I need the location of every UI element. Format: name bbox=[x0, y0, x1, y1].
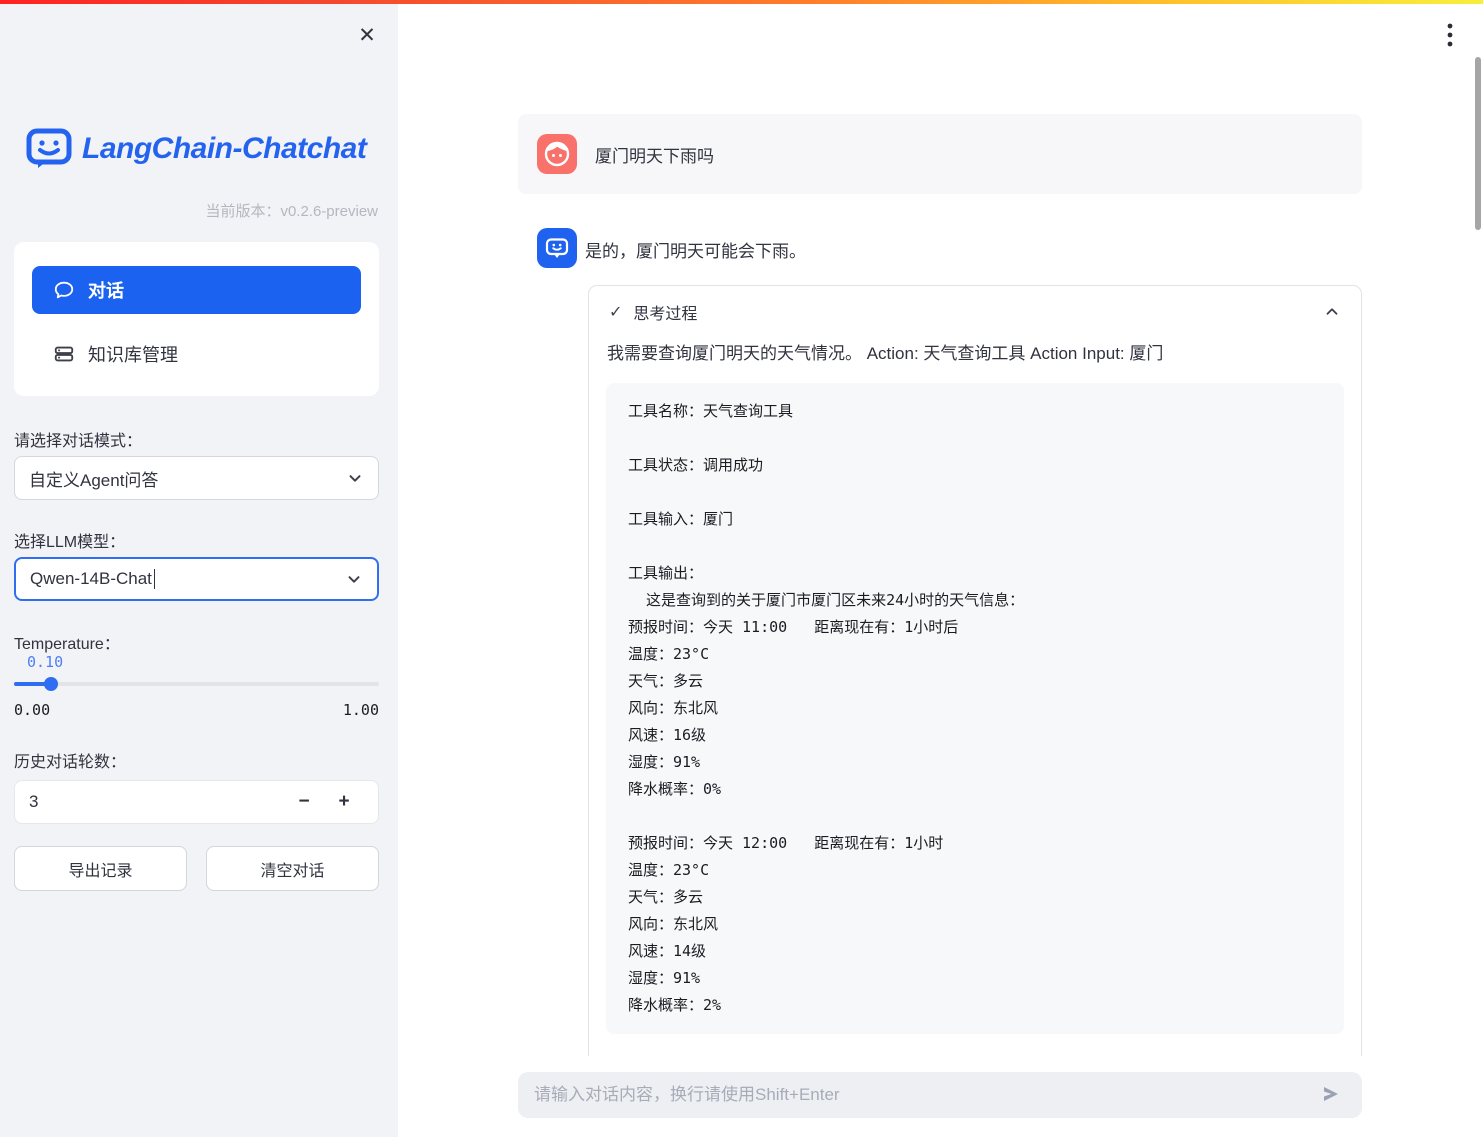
dialog-mode-value: 自定义Agent问答 bbox=[29, 466, 158, 491]
chevron-down-icon bbox=[346, 469, 364, 487]
send-icon[interactable] bbox=[1316, 1080, 1346, 1110]
sidebar-item-dialogue[interactable]: 对话 bbox=[32, 266, 361, 314]
app-title: LangChain-Chatchat bbox=[82, 132, 366, 166]
export-history-button[interactable]: 导出记录 bbox=[14, 846, 187, 891]
history-rounds-label: 历史对话轮数： bbox=[14, 748, 126, 772]
expander-title: 思考过程 bbox=[633, 300, 1312, 324]
slider-range: 0.00 1.00 bbox=[14, 701, 379, 719]
app-logo: LangChain-Chatchat bbox=[26, 128, 366, 170]
text-cursor bbox=[154, 569, 155, 589]
user-avatar bbox=[537, 134, 577, 174]
knowledge-base-icon bbox=[53, 343, 75, 365]
user-message-text: 厦门明天下雨吗 bbox=[595, 142, 714, 167]
sidebar-actions: 导出记录 清空对话 bbox=[14, 846, 379, 891]
slider-min: 0.00 bbox=[14, 701, 50, 719]
tool-output-block: 工具名称：天气查询工具 工具状态：调用成功 工具输入：厦门 工具输出： 这是查询… bbox=[606, 383, 1344, 1034]
nav-menu-card: 对话 知识库管理 bbox=[14, 242, 379, 396]
assistant-bot-icon bbox=[543, 234, 571, 262]
assistant-message-text: 是的，厦门明天可能会下雨。 bbox=[585, 228, 806, 262]
top-decoration-bar bbox=[0, 0, 1483, 4]
scrollbar-thumb[interactable] bbox=[1475, 57, 1481, 230]
slider-max: 1.00 bbox=[343, 701, 379, 719]
chevron-up-icon[interactable] bbox=[1323, 303, 1341, 321]
clear-dialogue-button[interactable]: 清空对话 bbox=[206, 846, 379, 891]
thought-expander: ✓ 思考过程 我需要查询厦门明天的天气情况。 Action: 天气查询工具 Ac… bbox=[588, 285, 1362, 1075]
dialog-mode-select[interactable]: 自定义Agent问答 bbox=[14, 456, 379, 500]
main-area: 厦门明天下雨吗 是的，厦门明天可能会下雨。 ✓ 思考过程 bbox=[398, 4, 1483, 1137]
assistant-message: 是的，厦门明天可能会下雨。 bbox=[518, 228, 1362, 268]
temperature-label: Temperature： bbox=[14, 630, 120, 654]
chat-input[interactable] bbox=[534, 1085, 1316, 1105]
version-text: 当前版本：v0.2.6-preview bbox=[205, 200, 378, 221]
chevron-down-icon bbox=[345, 570, 363, 588]
expander-header[interactable]: ✓ 思考过程 bbox=[589, 286, 1361, 338]
increment-button[interactable]: + bbox=[324, 781, 364, 823]
llm-model-value: Qwen-14B-Chat bbox=[30, 569, 155, 590]
overflow-menu-icon[interactable] bbox=[1435, 18, 1465, 52]
user-face-icon bbox=[543, 140, 571, 168]
chat-icon bbox=[53, 279, 75, 301]
sidebar-item-label: 对话 bbox=[88, 277, 124, 303]
sidebar-item-label: 知识库管理 bbox=[88, 341, 178, 367]
dialog-mode-label: 请选择对话模式： bbox=[14, 427, 142, 451]
temperature-value: 0.10 bbox=[27, 653, 63, 671]
history-rounds-value: 3 bbox=[29, 792, 284, 812]
llm-model-label: 选择LLM模型： bbox=[14, 528, 125, 552]
assistant-avatar bbox=[537, 228, 577, 268]
sidebar-close-icon[interactable]: ✕ bbox=[352, 20, 382, 50]
sidebar-item-knowledge-base[interactable]: 知识库管理 bbox=[32, 334, 361, 374]
decrement-button[interactable]: − bbox=[284, 781, 324, 823]
temperature-slider[interactable] bbox=[14, 682, 379, 686]
chat-input-bar bbox=[518, 1072, 1362, 1118]
user-message: 厦门明天下雨吗 bbox=[518, 114, 1362, 194]
version-value: v0.2.6-preview bbox=[280, 203, 378, 220]
slider-thumb[interactable] bbox=[44, 677, 58, 691]
sidebar: ✕ LangChain-Chatchat 当前版本：v0.2.6-preview… bbox=[0, 4, 398, 1137]
chat-bubble-logo-icon bbox=[26, 128, 72, 170]
history-rounds-input[interactable]: 3 − + bbox=[14, 780, 379, 824]
version-label: 当前版本： bbox=[205, 203, 280, 220]
agent-thought-text: 我需要查询厦门明天的天气情况。 Action: 天气查询工具 Action In… bbox=[589, 338, 1361, 366]
llm-model-select[interactable]: Qwen-14B-Chat bbox=[14, 557, 379, 601]
check-icon: ✓ bbox=[609, 302, 622, 322]
